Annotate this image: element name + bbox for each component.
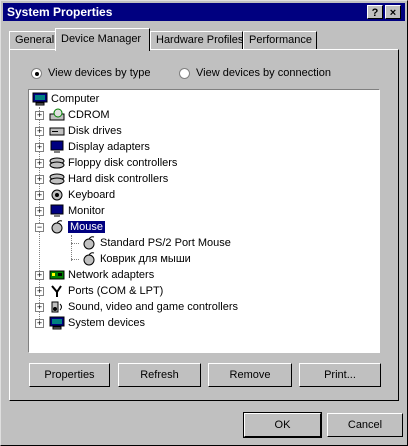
tab-device-manager[interactable]: Device Manager — [55, 28, 150, 51]
tree-label: Коврик для мыши — [100, 253, 191, 265]
print-button[interactable]: Print... — [299, 363, 381, 387]
tree-connector — [71, 259, 79, 260]
tab-general[interactable]: General — [9, 31, 56, 49]
expand-icon[interactable]: + — [35, 287, 44, 296]
window-title: System Properties — [7, 5, 113, 19]
tree-label: Computer — [51, 93, 100, 105]
view-by-connection-radio[interactable]: View devices by connection — [179, 67, 331, 79]
expand-icon[interactable]: + — [35, 191, 44, 200]
monitor-icon — [50, 204, 64, 217]
title-bar[interactable]: System Properties ? × — [3, 3, 405, 21]
tree-item-monitor[interactable]: Monitor — [49, 203, 105, 219]
expand-icon[interactable]: + — [35, 319, 44, 328]
sound-icon — [51, 301, 62, 313]
tree-root-computer[interactable]: Computer — [32, 91, 99, 107]
expand-icon[interactable]: + — [35, 111, 44, 120]
tree-label: Display adapters — [68, 141, 150, 153]
disk-drive-icon — [49, 127, 65, 136]
tree-label: Network adapters — [68, 269, 155, 281]
tree-item-network-adapters[interactable]: Network adapters — [49, 267, 154, 283]
keyboard-icon — [51, 189, 63, 201]
close-button[interactable]: × — [385, 5, 401, 19]
tree-item-ports[interactable]: Ports (COM & LPT) — [49, 283, 163, 299]
help-button[interactable]: ? — [367, 5, 383, 19]
hdd-controller-icon — [49, 173, 65, 185]
tree-label-selected: Mouse — [66, 220, 107, 234]
expand-icon[interactable]: + — [35, 143, 44, 152]
tree-label: CDROM — [68, 109, 110, 121]
tree-item-hdd-controllers[interactable]: Hard disk controllers — [49, 171, 168, 187]
mouse-icon — [83, 252, 95, 266]
tree-label: System devices — [68, 317, 146, 329]
floppy-controller-icon — [49, 157, 65, 169]
expand-icon[interactable]: + — [35, 127, 44, 136]
tree-item-mouse[interactable]: Mouse — [49, 219, 107, 235]
system-properties-window: System Properties ? × General Device Man… — [0, 0, 408, 446]
tree-label: Floppy disk controllers — [68, 157, 178, 169]
remove-button[interactable]: Remove — [208, 363, 292, 387]
mouse-icon — [51, 220, 63, 234]
view-by-connection-label: View devices by connection — [196, 67, 331, 79]
mouse-icon — [83, 236, 95, 250]
tree-connector — [71, 243, 79, 244]
expand-icon[interactable]: + — [35, 175, 44, 184]
tree-connector — [71, 235, 72, 261]
tree-label: Hard disk controllers — [68, 173, 169, 185]
device-tree[interactable]: Computer + CDROM + Disk drives + Display… — [28, 89, 380, 353]
display-adapter-icon — [50, 140, 64, 153]
tree-label: Ports (COM & LPT) — [68, 285, 164, 297]
tree-label: Keyboard — [68, 189, 116, 201]
tree-label: Monitor — [68, 205, 105, 217]
network-adapter-icon — [49, 270, 65, 280]
ok-button[interactable]: OK — [243, 412, 322, 438]
tree-item-cdrom[interactable]: CDROM — [49, 107, 110, 123]
tree-item-disk-drives[interactable]: Disk drives — [49, 123, 122, 139]
view-by-type-radio[interactable]: View devices by type — [31, 67, 151, 79]
tab-hardware-profiles[interactable]: Hardware Profiles — [150, 31, 243, 49]
expand-icon[interactable]: + — [35, 271, 44, 280]
computer-icon — [32, 92, 48, 106]
tree-item-system-devices[interactable]: System devices — [49, 315, 145, 331]
tree-label: Disk drives — [68, 125, 122, 137]
tree-item-ps2-mouse[interactable]: Standard PS/2 Port Mouse — [81, 235, 231, 251]
tree-item-sound[interactable]: Sound, video and game controllers — [49, 299, 238, 315]
tree-label: Sound, video and game controllers — [68, 301, 238, 313]
tab-performance[interactable]: Performance — [243, 31, 317, 49]
port-icon — [51, 285, 62, 297]
radio-unselected-icon — [179, 67, 190, 79]
collapse-icon[interactable]: − — [35, 223, 44, 232]
expand-icon[interactable]: + — [35, 159, 44, 168]
expand-icon[interactable]: + — [35, 303, 44, 312]
view-by-type-label: View devices by type — [48, 67, 151, 79]
radio-selected-icon — [31, 67, 42, 79]
expand-icon[interactable]: + — [35, 207, 44, 216]
tree-item-keyboard[interactable]: Keyboard — [49, 187, 115, 203]
tree-item-floppy-controllers[interactable]: Floppy disk controllers — [49, 155, 177, 171]
tree-label: Standard PS/2 Port Mouse — [100, 237, 231, 249]
cancel-button[interactable]: Cancel — [327, 413, 403, 437]
cdrom-icon — [49, 108, 65, 121]
tree-item-display-adapters[interactable]: Display adapters — [49, 139, 150, 155]
refresh-button[interactable]: Refresh — [118, 363, 201, 387]
system-device-icon — [49, 316, 65, 330]
tree-item-mouse-pad[interactable]: Коврик для мыши — [81, 251, 191, 267]
properties-button[interactable]: Properties — [29, 363, 110, 387]
